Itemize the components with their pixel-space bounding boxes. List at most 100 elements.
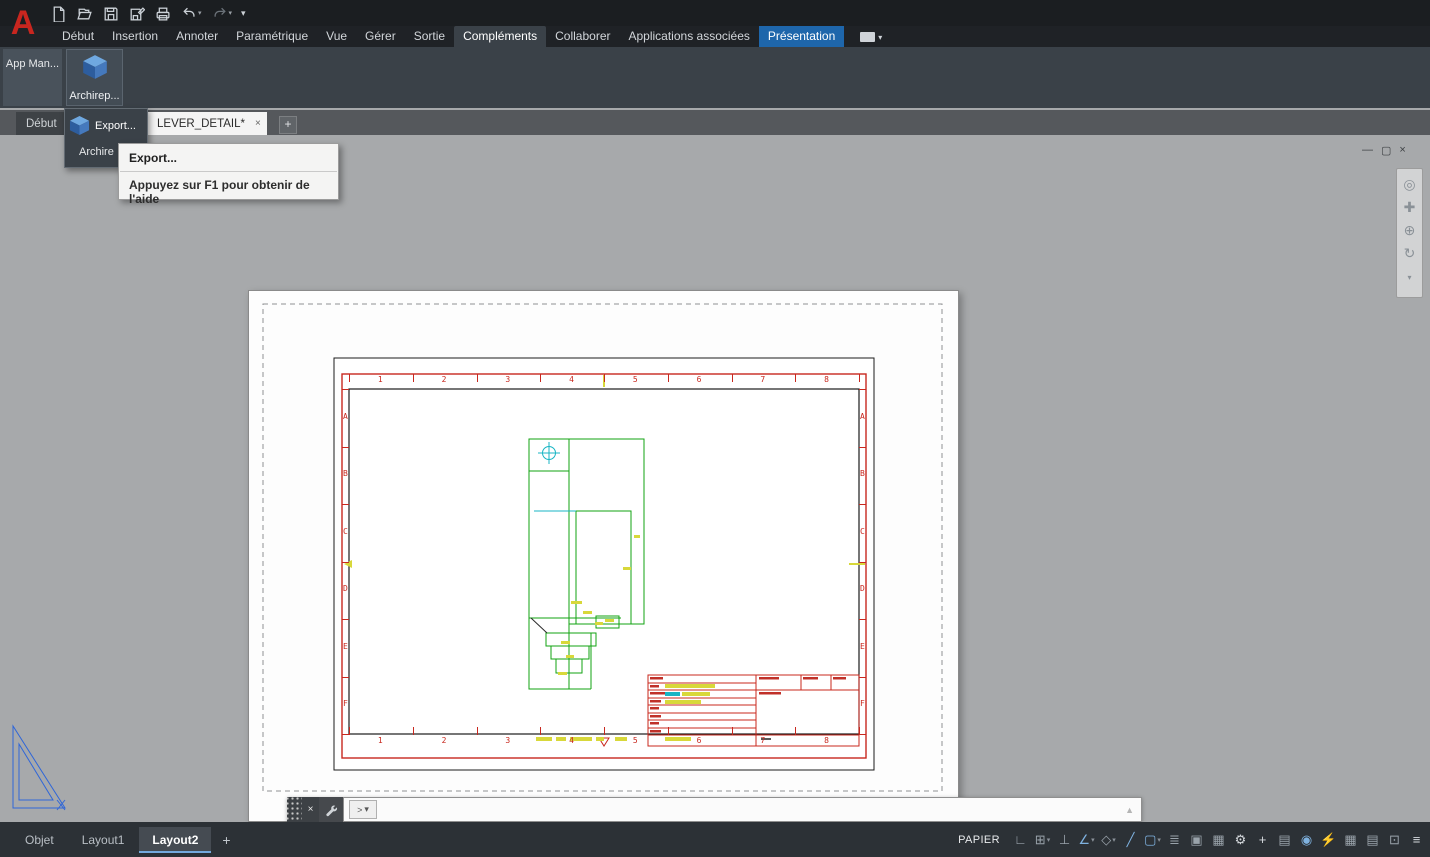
ribbon-tab-debut[interactable]: Début (53, 26, 103, 47)
frame-number-top: 3 (505, 375, 510, 384)
redo-icon[interactable]: ▾ (209, 4, 235, 23)
isodraft-icon-caret[interactable]: ▾ (1112, 836, 1116, 844)
graphics-performance-icon[interactable]: ⚡ (1318, 832, 1339, 848)
frame-number-top: 4 (569, 375, 574, 384)
file-tab-close-icon[interactable]: × (255, 118, 261, 129)
paper-sheet[interactable]: 1234567812345678ABCDEFABCDEF (248, 290, 959, 822)
annotation-monitor-icon[interactable]: ▣ (1186, 832, 1207, 848)
command-history-arrow-icon[interactable]: ▲ (1125, 805, 1136, 815)
paper-space-ucs-icon (5, 712, 75, 817)
polar-tracking-icon-caret[interactable]: ▾ (1091, 836, 1095, 844)
grid-snap-icon-caret[interactable]: ▾ (1047, 836, 1051, 844)
viewport-close-button[interactable]: × (1399, 144, 1405, 157)
object-snap-icon[interactable]: ▢▾ (1142, 832, 1163, 848)
isolate-objects-icon[interactable]: ◉ (1296, 832, 1317, 848)
command-bar-drag-handle-icon[interactable] (287, 797, 302, 822)
command-input[interactable] (382, 802, 1120, 818)
frame-letter-right: B (860, 469, 865, 478)
frame-letter-left: F (343, 699, 348, 708)
viewport-restore-button[interactable]: ▢ (1381, 144, 1391, 157)
ribbon-tab-insertion[interactable]: Insertion (103, 26, 167, 47)
file-tab-debut-label: Début (26, 118, 57, 130)
frame-tick (859, 447, 866, 448)
plot-status-icon[interactable]: ▤ (1362, 832, 1383, 848)
ucs-icon[interactable]: ∟ (1010, 832, 1031, 847)
frame-tick (342, 504, 349, 505)
ribbon-tab-parametrique[interactable]: Paramétrique (227, 26, 317, 47)
layout-tab-layout1[interactable]: Layout1 (69, 827, 138, 853)
frame-tick (540, 374, 541, 382)
workspace-gear-icon[interactable]: ⚙ (1230, 832, 1251, 848)
file-tab-lever-detail-label: LEVER_DETAIL* (157, 118, 245, 130)
save-as-icon[interactable] (126, 4, 147, 23)
frame-letter-left: A (343, 412, 348, 421)
lineweight-icon[interactable]: ≣ (1164, 832, 1185, 848)
navbar-caret-icon[interactable]: ▾ (1407, 271, 1411, 285)
customization-menu-icon[interactable]: ≡ (1406, 832, 1427, 847)
frame-number-bottom: 6 (697, 736, 702, 745)
frame-tick (342, 734, 349, 735)
ribbon-tab-vue[interactable]: Vue (317, 26, 356, 47)
frame-tick (795, 727, 796, 735)
ribbon-display-toggle-icon[interactable]: ▾ (860, 32, 882, 47)
frame-letter-right: E (860, 642, 865, 651)
tray-settings-icon[interactable]: ▤ (1274, 832, 1295, 848)
file-tab-lever-detail[interactable]: LEVER_DETAIL* × (147, 112, 267, 135)
osnap-tracking-icon[interactable]: ╱ (1120, 832, 1141, 848)
recent-commands-button[interactable]: > ▾ (349, 800, 377, 819)
export-menu-item[interactable]: Export... (65, 109, 147, 142)
ribbon-tab-presentation[interactable]: Présentation (759, 26, 844, 47)
command-bar-customize-button[interactable] (319, 797, 343, 822)
ribbon-tab-complements[interactable]: Compléments (454, 26, 546, 47)
viewport-minimize-button[interactable]: — (1362, 144, 1373, 157)
navigation-wheel-icon[interactable]: ◎ (1403, 177, 1415, 191)
ortho-icon[interactable]: ⊥ (1054, 832, 1075, 848)
clean-screen-icon[interactable]: ⊡ (1384, 832, 1405, 848)
pan-icon[interactable]: ✚ (1404, 200, 1416, 214)
undo-icon[interactable]: ▾ (178, 4, 204, 23)
new-file-tab-button[interactable]: + (279, 116, 297, 134)
grid-snap-icon[interactable]: ⊞▾ (1032, 832, 1053, 848)
frame-tick (668, 374, 669, 382)
save-icon[interactable] (100, 4, 121, 23)
frame-letter-right: D (860, 584, 865, 593)
command-bar-close-icon[interactable]: × (302, 797, 319, 822)
app-manager-panel[interactable]: App Man... (3, 49, 62, 106)
plot-preview-icon[interactable]: ▦ (1340, 832, 1361, 848)
annotation-scale-add-icon[interactable]: + (1252, 832, 1273, 847)
qat-customize-icon[interactable]: ▾ (239, 7, 248, 20)
frame-tick (859, 562, 866, 563)
selection-cycling-icon[interactable]: ▦ (1208, 832, 1229, 848)
ribbon-tab-annoter[interactable]: Annoter (167, 26, 227, 47)
ribbon-tab-sortie[interactable]: Sortie (405, 26, 454, 47)
zoom-icon[interactable]: ⊕ (1404, 223, 1416, 237)
paper-space-label[interactable]: PAPIER (958, 834, 1000, 846)
ribbon-tab-applications-associees[interactable]: Applications associées (619, 26, 758, 47)
frame-tick (859, 677, 866, 678)
open-file-icon[interactable] (74, 4, 95, 23)
tooltip-title: Export... (119, 144, 338, 171)
layout-tab-layout2[interactable]: Layout2 (139, 827, 211, 853)
file-tab-bar: Début LEVER_DETAIL* × + (0, 110, 1430, 135)
new-file-icon[interactable] (48, 4, 69, 23)
layout-tab-objet[interactable]: Objet (12, 827, 67, 853)
autocad-application-window: A ▾▾▾ Autodesk AutoCAD 2021 - VERSION NO… (0, 0, 1430, 857)
archirep-button[interactable]: Archirep... (66, 49, 123, 106)
frame-tick (859, 374, 860, 382)
frame-tick (477, 374, 478, 382)
plot-icon[interactable] (152, 4, 173, 23)
polar-tracking-icon[interactable]: ∠▾ (1076, 832, 1097, 848)
cube-icon (82, 54, 108, 80)
export-menu-item-label: Export... (95, 120, 136, 132)
new-layout-button[interactable]: + (213, 828, 239, 852)
object-snap-icon-caret[interactable]: ▾ (1157, 836, 1161, 844)
isodraft-icon[interactable]: ◇▾ (1098, 832, 1119, 848)
autocad-logo-icon[interactable]: A (4, 1, 42, 45)
ribbon-tab-gerer[interactable]: Gérer (356, 26, 405, 47)
frame-tick (668, 727, 669, 735)
orbit-icon[interactable]: ↻ (1404, 246, 1416, 260)
ribbon-tab-collaborer[interactable]: Collaborer (546, 26, 619, 47)
export-tooltip: Export... Appuyez sur F1 pour obtenir de… (118, 143, 339, 200)
viewport-window-controls: — ▢ × (1362, 144, 1406, 157)
command-input-area[interactable]: > ▾ ▲ (343, 797, 1142, 822)
